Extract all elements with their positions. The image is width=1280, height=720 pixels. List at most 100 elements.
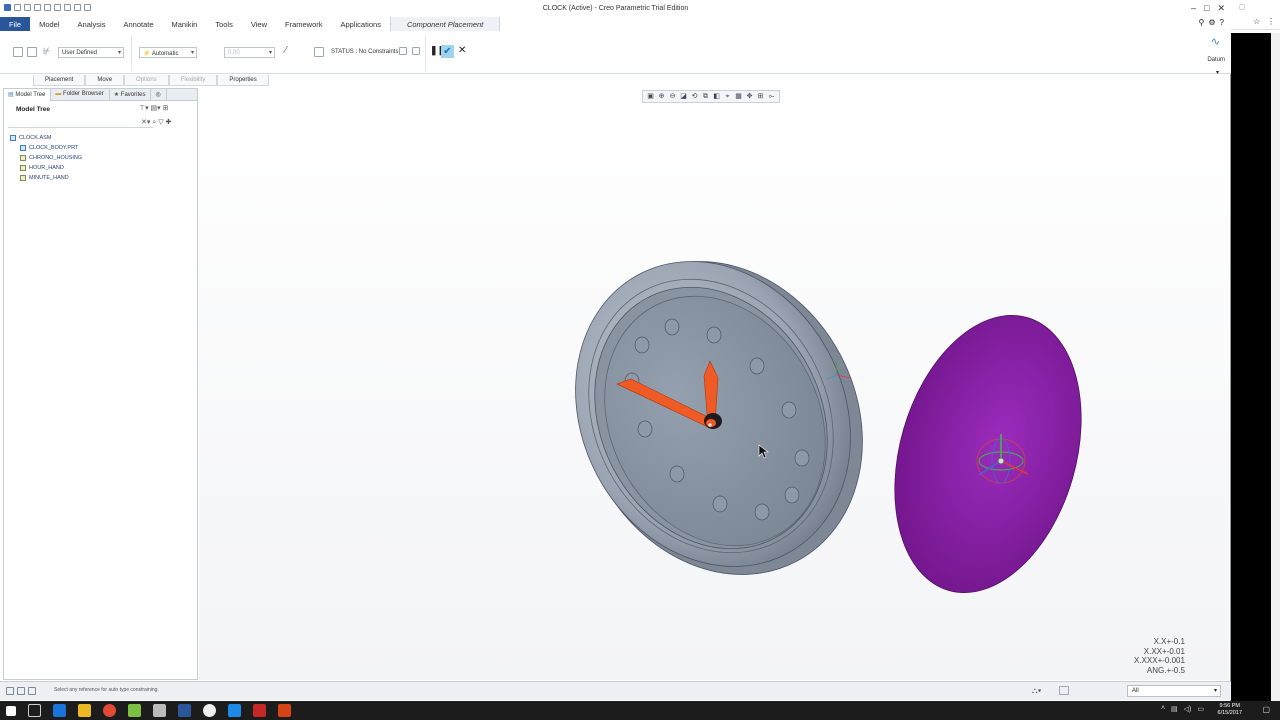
tree-item-chrono-housing[interactable]: CHRONO_HOUSING [10, 153, 82, 163]
task-view-icon[interactable] [28, 704, 41, 717]
tab-file[interactable]: File [0, 17, 31, 31]
confirm-check-icon[interactable]: ✔ [441, 45, 454, 58]
placement-status-icon [314, 47, 324, 57]
datum-label[interactable]: Datum [1207, 57, 1225, 63]
camtasia-icon[interactable] [128, 704, 141, 717]
separate-window-icon[interactable] [399, 47, 407, 55]
calculator-icon[interactable] [153, 704, 166, 717]
volume-icon[interactable]: ◁) [1184, 705, 1192, 713]
subassembly-icon [20, 165, 26, 171]
ribbon-divider [131, 35, 132, 71]
offset-input[interactable]: 0.00 ▾ [224, 47, 275, 58]
settings-icon[interactable]: ⚙ [1208, 18, 1215, 27]
navigator-panel: ▤ Model Tree ▬ Folder Browser ★ Favorite… [3, 88, 198, 680]
maximize-button[interactable]: □ [1204, 3, 1209, 14]
browser-scrollbar[interactable] [1271, 33, 1280, 701]
history-icon[interactable]: ◎ [151, 89, 167, 101]
selection-filter-dropdown[interactable]: All ▾ [1127, 685, 1221, 697]
tab-favorites[interactable]: ★ Favorites [110, 89, 152, 101]
flip-icon[interactable]: ⁄ [285, 45, 287, 56]
mechanism-icon[interactable]: ⊬ [43, 46, 51, 57]
model-viewport[interactable] [199, 88, 1229, 680]
clock-date: 6/15/2017 [1217, 710, 1242, 716]
tab-view[interactable]: View [242, 17, 276, 31]
settings-app-icon[interactable] [203, 704, 216, 717]
menu-icon[interactable]: ⋮ [1267, 17, 1275, 26]
tab-manikin[interactable]: Manikin [163, 17, 207, 31]
graphics-window[interactable]: ▣ ⊕ ⊖ ◪ ⟲ ⧉ ◧ ⌖ ▦ ✥ ⊞ ⟜ X.X+-0.1 X.XX+-0… [199, 88, 1229, 680]
notifications-icon[interactable]: ▢ [1262, 705, 1270, 714]
network-icon[interactable]: ▤ [1171, 705, 1178, 713]
assembly-icon [10, 135, 16, 141]
help-icon[interactable]: ? [1220, 18, 1224, 27]
model-tree: CLOCK.ASM CLOCK_BODY.PRT CHRONO_HOUSING … [10, 133, 82, 183]
cancel-x-icon[interactable]: ✕ [458, 45, 466, 56]
subtab-flexibility[interactable]: Flexibility [168, 75, 218, 86]
tab-folder-browser[interactable]: ▬ Folder Browser [51, 89, 110, 101]
taskbar-apps [6, 704, 291, 717]
edge-icon[interactable] [53, 704, 66, 717]
datum-icon[interactable]: ∿ [1211, 35, 1220, 48]
recorder-icon[interactable] [253, 704, 266, 717]
assembly-window-icon[interactable] [412, 47, 420, 55]
tree-item-clock-body[interactable]: CLOCK_BODY.PRT [10, 143, 82, 153]
file-explorer-icon[interactable] [78, 704, 91, 717]
tolerance-1: X.X+-0.1 [1153, 637, 1185, 646]
tab-model-tree[interactable]: ▤ Model Tree [4, 89, 52, 101]
placement-status: STATUS : No Constraints [331, 49, 399, 55]
browser-toggle-icon[interactable] [17, 687, 25, 695]
ribbon-right-icons: ⚲ ⚙ ? [1199, 18, 1224, 27]
subtab-placement[interactable]: Placement [33, 75, 86, 86]
tree-item-hour-hand[interactable]: HOUR_HAND [10, 163, 82, 173]
windows-taskbar: ˄ ▤ ◁) ▭ 9:56 PM 6/15/2017 ▢ [0, 701, 1280, 720]
smart-select-icon[interactable]: ⛬▾ [1032, 686, 1042, 696]
tree-filter-icons[interactable]: ✕▾ ⌕ ▽ ✚ [141, 118, 171, 127]
acrobat-icon[interactable] [278, 704, 291, 717]
tab-annotate[interactable]: Annotate [114, 17, 162, 31]
search-icon[interactable]: ⚲ [1199, 18, 1205, 27]
minimize-button[interactable]: – [1191, 3, 1196, 14]
tab-applications[interactable]: Applications [332, 17, 390, 31]
tab-component-placement[interactable]: Component Placement [389, 17, 501, 31]
subtab-move[interactable]: Move [85, 75, 125, 86]
close-button[interactable]: ✕ [1217, 3, 1225, 14]
datum-expand-icon[interactable]: ▾ [1216, 69, 1219, 76]
tab-framework[interactable]: Framework [276, 17, 332, 31]
screen: CLOCK (Active) - Creo Parametric Trial E… [0, 0, 1280, 720]
tab-analysis[interactable]: Analysis [69, 17, 115, 31]
tree-search-input[interactable] [8, 119, 153, 128]
restore-icon[interactable]: ▢ [1239, 3, 1246, 11]
navigator-toggle-icon[interactable] [6, 687, 14, 695]
title-bar: CLOCK (Active) - Creo Parametric Trial E… [0, 0, 1231, 17]
word-icon[interactable] [178, 704, 191, 717]
start-icon[interactable] [6, 706, 16, 716]
user-defined-dropdown[interactable]: User Defined ▾ [58, 47, 124, 58]
subassembly-icon [20, 175, 26, 181]
tab-tools[interactable]: Tools [206, 17, 242, 31]
taskbar-clock[interactable]: 9:56 PM 6/15/2017 [1218, 703, 1242, 717]
tree-settings-icon[interactable]: ⊤▾ ▤▾ ⊞ [139, 104, 169, 112]
model-tree-title: Model Tree [16, 106, 50, 113]
subtab-properties[interactable]: Properties [217, 75, 269, 86]
clock-time: 9:56 PM [1219, 703, 1240, 709]
fullscreen-icon[interactable] [28, 687, 36, 695]
tolerance-2: X.XX+-0.01 [1143, 646, 1185, 656]
tab-model[interactable]: Model [30, 17, 68, 31]
ribbon-body: ⊬ User Defined ▾ ⚡ Automatic ▾ 0.00 ▾ ⁄ STA… [0, 31, 1231, 76]
window-controls: – □ ✕ [1191, 3, 1225, 14]
constraint-dropdown[interactable]: ⚡ Automatic ▾ [139, 47, 197, 58]
constraint-icon[interactable] [13, 47, 23, 57]
creo-taskbar-icon[interactable] [228, 704, 241, 717]
navigator-tabs: ▤ Model Tree ▬ Folder Browser ★ Favorite… [4, 89, 197, 101]
chrome-icon[interactable] [103, 704, 116, 717]
interface-icon[interactable] [27, 47, 37, 57]
creo-window: CLOCK (Active) - Creo Parametric Trial E… [0, 0, 1231, 701]
subtab-options[interactable]: Options [124, 75, 169, 86]
tray-up-icon[interactable]: ˄ [1161, 705, 1165, 713]
tree-item-minute-hand[interactable]: MINUTE_HAND [10, 173, 82, 183]
keyboard-icon[interactable]: ▭ [1197, 705, 1204, 713]
tree-item-clock-asm[interactable]: CLOCK.ASM [10, 133, 82, 143]
bookmark-star-icon[interactable]: ☆ [1253, 17, 1260, 26]
selection-buffer-icon[interactable] [1059, 686, 1069, 695]
status-message: Select any reference for auto type const… [54, 687, 159, 693]
